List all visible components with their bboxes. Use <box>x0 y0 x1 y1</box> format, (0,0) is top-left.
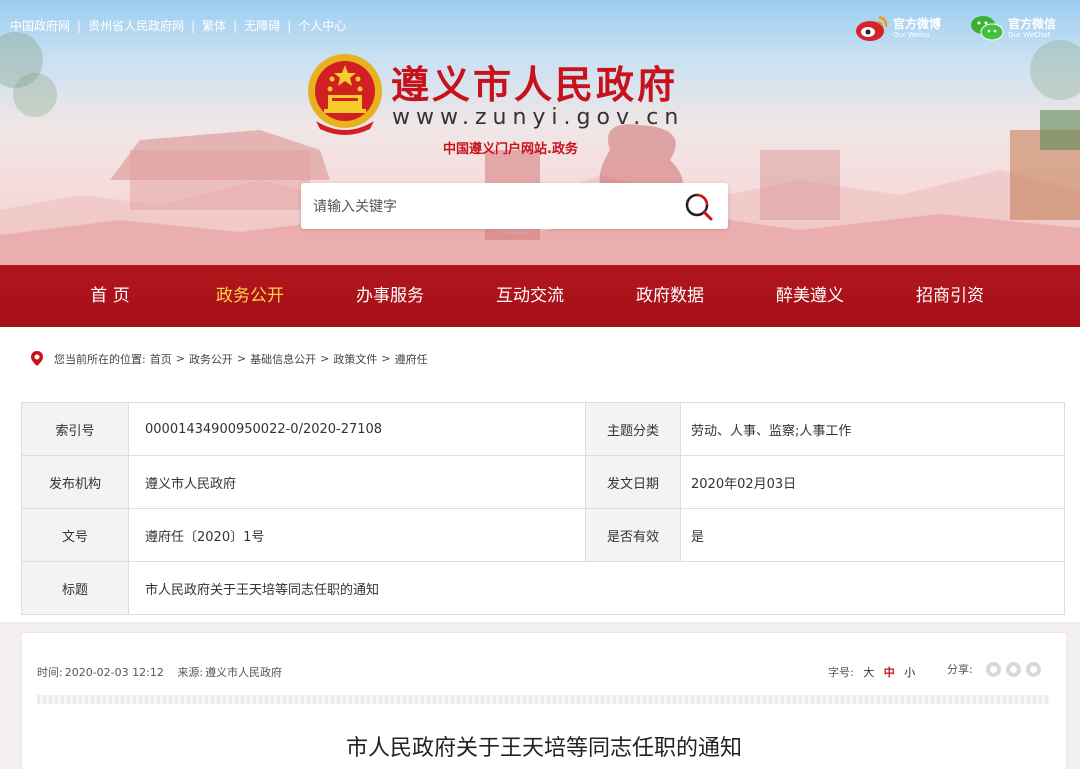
divider <box>37 695 1050 704</box>
nav-investment[interactable]: 招商引资 <box>890 265 1010 327</box>
breadcrumb-policy-docs[interactable]: 政策文件 <box>333 351 377 367</box>
breadcrumb-bar: 您当前所在的位置: 首页 > 政务公开 > 基础信息公开 > 政策文件 > 遵府… <box>0 327 1080 387</box>
top-links: 中国政府网 | 贵州省人民政府网 | 繁体 | 无障碍 | 个人中心 <box>10 17 346 34</box>
site-subtitle: 中国遵义门户网站.政务 <box>443 142 578 157</box>
top-link-gov-cn[interactable]: 中国政府网 <box>10 17 70 34</box>
article-meta: 时间: 2020-02-03 12:12 来源: 遵义市人民政府 <box>37 664 292 680</box>
breadcrumb-government-affairs[interactable]: 政务公开 <box>189 351 233 367</box>
share-weibo-icon[interactable] <box>1005 661 1021 677</box>
document-info-section: 索引号 00001434900950022-0/2020-27108 主题分类 … <box>0 387 1080 622</box>
date-value: 2020年02月03日 <box>680 455 1065 509</box>
issuer-value: 遵义市人民政府 <box>128 455 586 509</box>
site-url: www.zunyi.gov.cn <box>392 105 685 130</box>
main-nav: 首 页 政务公开 办事服务 互动交流 政府数据 醉美遵义 招商引资 <box>0 265 1080 327</box>
national-emblem-icon <box>308 54 382 135</box>
separator: | <box>77 18 82 33</box>
time-value: 2020-02-03 12:12 <box>64 666 164 679</box>
breadcrumb-separator: > <box>381 352 391 365</box>
breadcrumb-zunfuren[interactable]: 遵府任 <box>395 351 428 367</box>
wechat-link[interactable]: 官方微信 Our WeChat <box>970 14 1056 42</box>
title-label: 标题 <box>21 561 129 615</box>
font-size-large[interactable]: 大 <box>863 666 874 679</box>
wechat-sublabel: Our WeChat <box>1008 30 1051 39</box>
table-row: 索引号 00001434900950022-0/2020-27108 主题分类 … <box>21 402 1065 456</box>
topic-label: 主题分类 <box>585 402 681 456</box>
nav-government-affairs[interactable]: 政务公开 <box>190 265 310 327</box>
document-info-table: 索引号 00001434900950022-0/2020-27108 主题分类 … <box>21 402 1065 615</box>
weibo-label: 官方微博 <box>893 16 942 31</box>
search-input[interactable] <box>311 183 675 231</box>
weibo-icon <box>856 15 888 41</box>
breadcrumb-home[interactable]: 首页 <box>150 351 172 367</box>
index-value: 00001434900950022-0/2020-27108 <box>128 402 586 456</box>
font-size-medium[interactable]: 中 <box>884 666 895 679</box>
title-value: 市人民政府关于王天培等同志任职的通知 <box>128 561 1065 615</box>
share-label: 分享: <box>947 663 973 676</box>
separator: | <box>233 18 238 33</box>
table-row: 文号 遵府任〔2020〕1号 是否有效 是 <box>21 508 1065 562</box>
weibo-link[interactable]: 官方微博 Our Weibo <box>855 14 941 42</box>
wechat-icon <box>971 16 1004 41</box>
breadcrumb: 您当前所在的位置: 首页 > 政务公开 > 基础信息公开 > 政策文件 > 遵府… <box>30 350 428 367</box>
share-qzone-icon[interactable] <box>1025 661 1041 677</box>
nav-beautiful-zunyi[interactable]: 醉美遵义 <box>750 265 870 327</box>
wechat-label: 官方微信 <box>1008 16 1057 31</box>
separator: | <box>287 18 292 33</box>
index-label: 索引号 <box>21 402 129 456</box>
valid-label: 是否有效 <box>585 508 681 562</box>
top-link-personal-center[interactable]: 个人中心 <box>298 17 346 34</box>
table-row: 发布机构 遵义市人民政府 发文日期 2020年02月03日 <box>21 455 1065 509</box>
top-link-guizhou-gov[interactable]: 贵州省人民政府网 <box>88 17 184 34</box>
font-size-small[interactable]: 小 <box>904 666 915 679</box>
source-value: 遵义市人民政府 <box>205 666 283 679</box>
breadcrumb-prefix: 您当前所在的位置: <box>54 352 146 366</box>
breadcrumb-separator: > <box>236 352 247 365</box>
breadcrumb-separator: > <box>320 352 330 365</box>
breadcrumb-separator: > <box>175 352 185 365</box>
top-link-accessibility[interactable]: 无障碍 <box>244 17 280 34</box>
article-title: 市人民政府关于王天培等同志任职的通知 <box>345 736 742 761</box>
docno-label: 文号 <box>21 508 129 562</box>
weibo-sublabel: Our Weibo <box>893 30 930 39</box>
source-label: 来源: <box>177 666 204 679</box>
font-size-label: 字号: <box>828 666 854 679</box>
site-title: 遵义市人民政府 <box>391 63 679 107</box>
share-control: 分享: <box>947 661 1041 677</box>
breadcrumb-basic-info[interactable]: 基础信息公开 <box>250 351 316 367</box>
location-pin-icon <box>31 351 43 366</box>
nav-services[interactable]: 办事服务 <box>330 265 450 327</box>
share-wechat-icon[interactable] <box>985 661 1001 677</box>
nav-home[interactable]: 首 页 <box>50 265 170 327</box>
nav-gov-data[interactable]: 政府数据 <box>610 265 730 327</box>
time-label: 时间: <box>37 666 63 679</box>
separator: | <box>191 18 196 33</box>
topic-value: 劳动、人事、监察;人事工作 <box>680 402 1065 456</box>
date-label: 发文日期 <box>585 455 681 509</box>
search-icon[interactable] <box>684 192 714 222</box>
docno-value: 遵府任〔2020〕1号 <box>128 508 586 562</box>
issuer-label: 发布机构 <box>21 455 129 509</box>
valid-value: 是 <box>680 508 1065 562</box>
nav-interaction[interactable]: 互动交流 <box>470 265 590 327</box>
article-panel: 时间: 2020-02-03 12:12 来源: 遵义市人民政府 字号: 大 中 小… <box>21 632 1067 769</box>
search-bar <box>301 183 728 231</box>
font-size-control: 字号: 大 中 小 <box>828 664 915 680</box>
table-row: 标题 市人民政府关于王天培等同志任职的通知 <box>21 561 1065 615</box>
top-link-traditional[interactable]: 繁体 <box>202 17 226 34</box>
header-banner: 中国政府网 | 贵州省人民政府网 | 繁体 | 无障碍 | 个人中心 官方微博 Our … <box>0 0 1080 265</box>
